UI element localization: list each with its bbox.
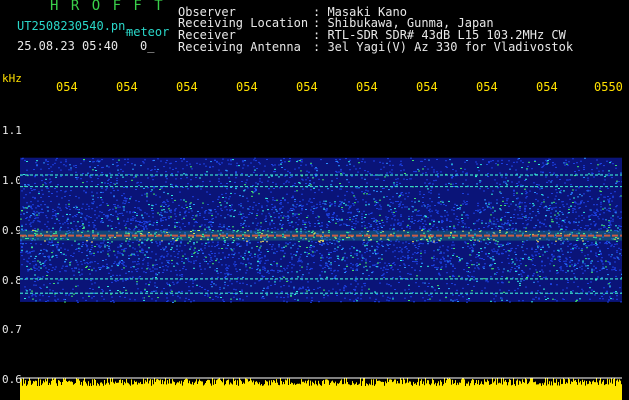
y-tick-label: 0.7: [2, 323, 22, 336]
meteor-count: 0_: [140, 39, 155, 53]
meteor-tag: meteor: [126, 25, 170, 39]
x-tick-label: 054: [416, 80, 438, 94]
y-tick-label: 0.9: [2, 224, 22, 237]
y-tick-label: 0.8: [2, 274, 22, 287]
app-title: H R O F F T: [50, 0, 165, 14]
antenna-value: : 3el Yagi(V) Az 330 for Vladivostok: [313, 40, 574, 54]
x-tick-label: 054: [296, 80, 318, 94]
x-tick-label: 054: [116, 80, 138, 94]
file-name: UT2508230540.pn_: [17, 19, 133, 33]
carrier-halo: [20, 230, 622, 241]
antenna-label: Receiving Antenna: [178, 40, 301, 54]
datetime: 25.08.23 05:40: [17, 39, 119, 53]
x-tick-label: 054: [476, 80, 498, 94]
x-tick-label: 054: [176, 80, 198, 94]
y-tick-label: 1.0: [2, 174, 22, 187]
x-tick-label: 054: [536, 80, 558, 94]
x-tick-label: 054: [356, 80, 378, 94]
spectrogram-plot: [20, 100, 622, 400]
x-tick-label: 054: [56, 80, 78, 94]
x-tick-label: 054: [236, 80, 258, 94]
x-tick-label: 0550: [594, 80, 623, 94]
y-tick-label: 1.1: [2, 124, 22, 137]
spectrogram-canvas: [20, 157, 622, 400]
level-bars: [20, 378, 622, 400]
y-axis-label: kHz: [2, 72, 22, 85]
y-tick-label: 0.6: [2, 373, 22, 386]
